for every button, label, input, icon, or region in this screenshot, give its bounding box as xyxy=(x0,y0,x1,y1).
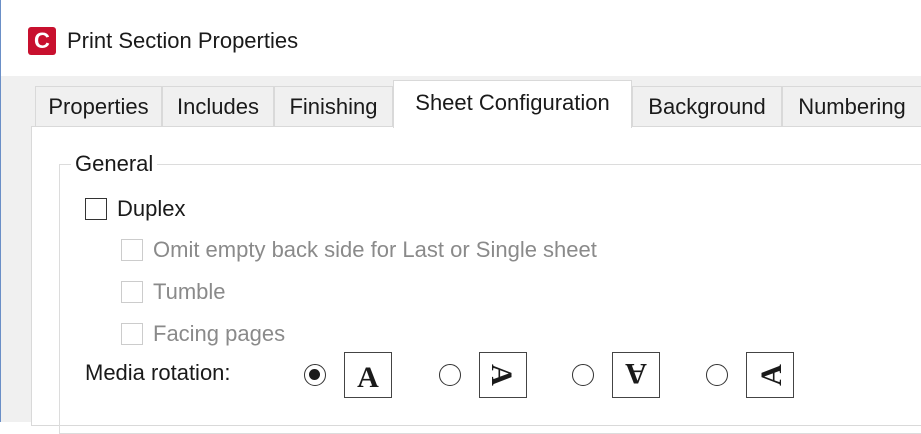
general-group: General Duplex Omit empty back side for … xyxy=(59,151,921,434)
tab-background[interactable]: Background xyxy=(632,86,782,126)
rotation-0-radio[interactable] xyxy=(304,364,326,386)
title-bar[interactable]: C Print Section Properties xyxy=(1,0,921,76)
dialog-body: Properties Includes Finishing Sheet Conf… xyxy=(1,76,921,434)
rotation-270-radio[interactable] xyxy=(706,364,728,386)
media-rotation-label: Media rotation: xyxy=(85,360,231,385)
facing-pages-label: Facing pages xyxy=(153,321,286,346)
tumble-checkbox[interactable] xyxy=(121,281,143,303)
duplex-label: Duplex xyxy=(117,196,186,221)
tumble-label: Tumble xyxy=(153,279,226,304)
general-group-legend: General xyxy=(71,151,158,177)
letter-a-upright-icon[interactable]: A xyxy=(344,352,392,398)
duplex-checkbox-row[interactable]: Duplex xyxy=(85,195,185,223)
app-logo-icon: C xyxy=(28,27,56,55)
omit-empty-back-label: Omit empty back side for Last or Single … xyxy=(153,237,597,262)
letter-a-upside-down-icon[interactable]: A xyxy=(612,352,660,398)
tab-sheet-configuration[interactable]: Sheet Configuration xyxy=(393,80,632,128)
sheet-configuration-panel: General Duplex Omit empty back side for … xyxy=(31,126,921,434)
tab-properties[interactable]: Properties xyxy=(35,86,162,126)
omit-empty-back-checkbox-row[interactable]: Omit empty back side for Last or Single … xyxy=(121,236,597,264)
tab-strip: Properties Includes Finishing Sheet Conf… xyxy=(1,76,921,128)
rotation-90-radio[interactable] xyxy=(439,364,461,386)
letter-a-rotated-left-icon[interactable]: A xyxy=(746,352,794,398)
facing-pages-checkbox-row[interactable]: Facing pages xyxy=(121,320,285,348)
rotation-90-glyph: A xyxy=(485,364,518,386)
tumble-checkbox-row[interactable]: Tumble xyxy=(121,278,226,306)
rotation-180-glyph: A xyxy=(625,357,647,390)
tab-finishing[interactable]: Finishing xyxy=(274,86,393,126)
radio-selected-dot xyxy=(309,369,320,380)
tab-includes[interactable]: Includes xyxy=(162,86,274,126)
rotation-270-glyph: A xyxy=(755,364,788,386)
rotation-180-radio[interactable] xyxy=(572,364,594,386)
omit-empty-back-checkbox[interactable] xyxy=(121,239,143,261)
print-section-properties-window: C Print Section Properties Properties In… xyxy=(0,0,921,434)
tab-numbering[interactable]: Numbering xyxy=(782,86,921,126)
rotation-0-glyph: A xyxy=(357,361,379,394)
letter-a-rotated-right-icon[interactable]: A xyxy=(479,352,527,398)
window-title: Print Section Properties xyxy=(67,28,299,53)
duplex-checkbox[interactable] xyxy=(85,198,107,220)
media-rotation-row: Media rotation: A A A A xyxy=(85,352,905,398)
facing-pages-checkbox[interactable] xyxy=(121,323,143,345)
